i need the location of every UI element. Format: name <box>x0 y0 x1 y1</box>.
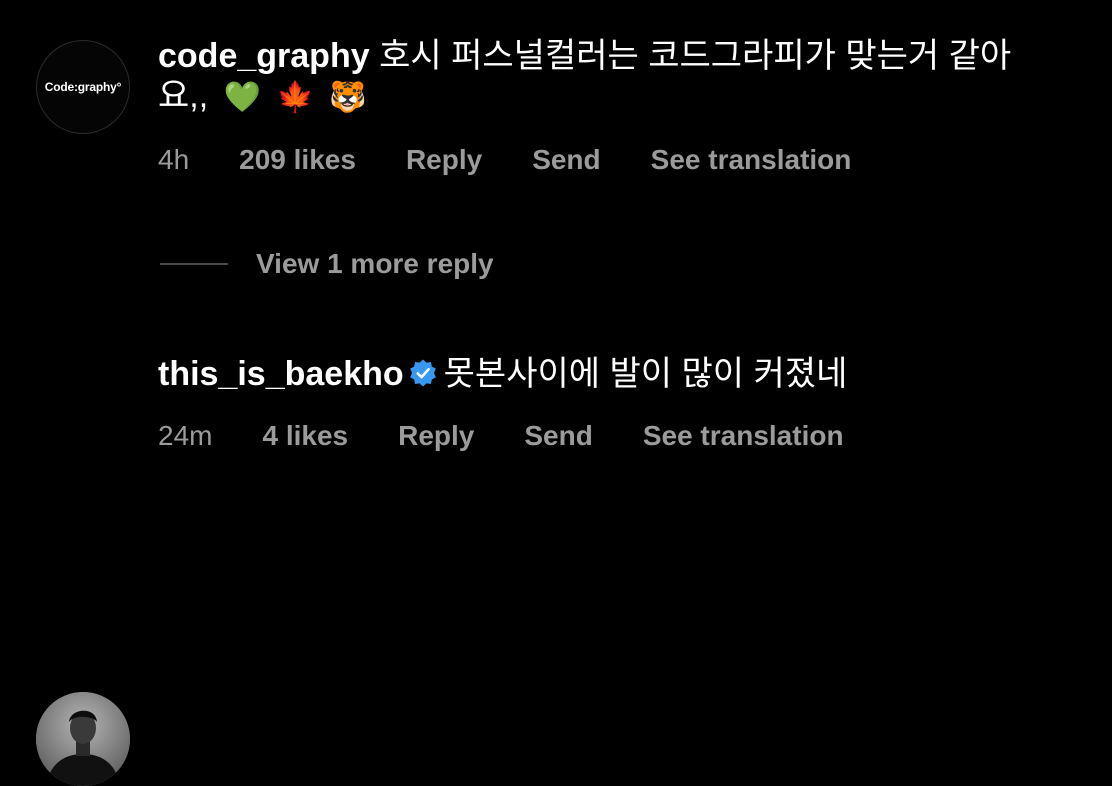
avatar[interactable]: Code:graphy° <box>36 40 130 134</box>
divider-line <box>160 263 228 265</box>
person-avatar-image <box>36 692 130 786</box>
username-link[interactable]: this_is_baekho <box>158 355 404 393</box>
avatar-logo-text: Code:graphy° <box>44 80 122 94</box>
timestamp: 4h <box>158 144 190 175</box>
comment-this-is-baekho: this_is_baekho 못본사이에 발이 많이 커졌네 24m 4 lik… <box>0 340 1112 786</box>
comment-text-cont: 요,, <box>158 77 209 115</box>
comment-body: code_graphy 호시 퍼스널컬러는 코드그라피가 맞는거 같아 요,, … <box>158 36 1058 118</box>
likes-count[interactable]: 209 likes <box>239 144 356 176</box>
green-heart-emoji: 💚 <box>223 80 261 115</box>
reply-button[interactable]: Reply <box>406 144 482 176</box>
verified-badge-icon <box>409 359 436 387</box>
comment-code-graphy: Code:graphy° code_graphy 호시 퍼스널컬러는 코드그라피… <box>0 0 1112 279</box>
view-more-replies[interactable]: View 1 more reply <box>160 248 494 280</box>
comment-text: 호시 퍼스널컬러는 코드그라피가 맞는거 같아 <box>379 37 1012 75</box>
see-translation-button[interactable]: See translation <box>651 144 852 176</box>
view-more-replies-label[interactable]: View 1 more reply <box>256 248 494 280</box>
send-button[interactable]: Send <box>524 420 592 452</box>
see-translation-button[interactable]: See translation <box>643 420 844 452</box>
comment-meta: 24m 4 likes Reply Send See translation <box>158 420 894 452</box>
comment-meta: 4h 209 likes Reply Send See translation <box>158 144 901 176</box>
timestamp: 24m <box>158 420 213 451</box>
maple-leaf-emoji: 🍁 <box>276 80 314 115</box>
reply-button[interactable]: Reply <box>398 420 474 452</box>
comment-text: 못본사이에 발이 많이 커졌네 <box>443 355 848 393</box>
send-button[interactable]: Send <box>532 144 600 176</box>
avatar[interactable] <box>36 692 130 786</box>
tiger-face-emoji: 🐯 <box>329 80 367 115</box>
comment-body: this_is_baekho 못본사이에 발이 많이 커졌네 <box>158 354 1058 394</box>
likes-count[interactable]: 4 likes <box>262 420 348 452</box>
username-link[interactable]: code_graphy <box>158 37 370 75</box>
